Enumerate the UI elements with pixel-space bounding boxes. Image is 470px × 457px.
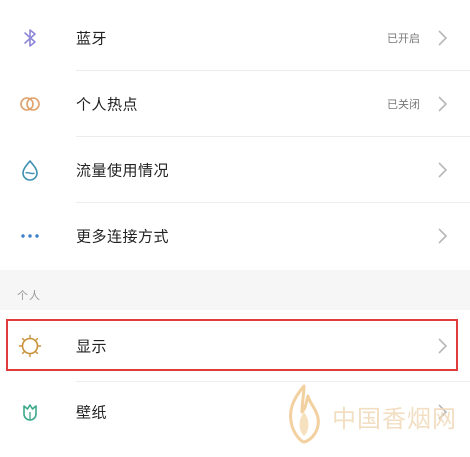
bluetooth-icon — [16, 24, 44, 52]
wallpaper-icon — [16, 398, 44, 426]
settings-item-label: 个人热点 — [76, 95, 139, 113]
section-title-personal: 个人 — [17, 289, 41, 302]
bluetooth-status: 已开启 — [387, 31, 420, 45]
hotspot-icon — [16, 90, 44, 118]
settings-item-bluetooth[interactable]: 蓝牙 已开启 — [0, 5, 470, 70]
chevron-right-icon — [436, 94, 450, 114]
more-connections-icon — [16, 222, 44, 250]
settings-item-data-usage[interactable]: 流量使用情况 — [0, 137, 470, 202]
watermark: 中国香烟网 — [282, 378, 468, 454]
data-usage-icon — [16, 156, 44, 184]
settings-screen: 蓝牙 已开启 个人热点 已关闭 流量使用情况 更多连接方式 个人 显示 壁纸 中… — [0, 0, 470, 457]
chevron-right-icon — [436, 28, 450, 48]
settings-item-hotspot[interactable]: 个人热点 已关闭 — [0, 71, 470, 136]
chevron-right-icon — [436, 160, 450, 180]
highlight-box — [6, 319, 458, 371]
settings-item-more-connections[interactable]: 更多连接方式 — [0, 203, 470, 268]
settings-item-label: 流量使用情况 — [76, 161, 170, 179]
connection-settings-group: 蓝牙 已开启 个人热点 已关闭 流量使用情况 更多连接方式 — [0, 0, 470, 270]
settings-item-label: 更多连接方式 — [76, 227, 170, 245]
chevron-right-icon — [436, 226, 450, 246]
watermark-text: 中国香烟网 — [332, 404, 457, 433]
flame-logo-icon — [282, 382, 326, 450]
settings-item-label: 壁纸 — [76, 403, 108, 422]
settings-item-label: 蓝牙 — [76, 29, 108, 47]
hotspot-status: 已关闭 — [387, 97, 420, 111]
